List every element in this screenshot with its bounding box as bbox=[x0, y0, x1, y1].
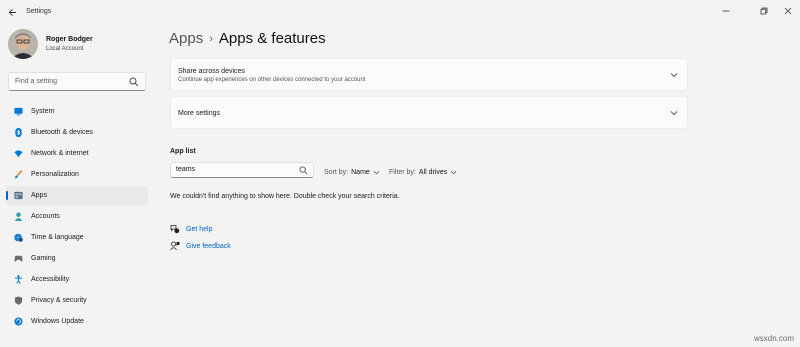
app-title: Settings bbox=[26, 8, 52, 15]
give-feedback-link[interactable]: Give feedback bbox=[170, 240, 231, 252]
gamepad-icon bbox=[14, 255, 23, 262]
sidebar-item-bluetooth[interactable]: Bluetooth & devices bbox=[6, 123, 148, 142]
close-button[interactable] bbox=[780, 4, 796, 18]
user-profile[interactable]: Roger Bodger Local Account bbox=[8, 29, 158, 61]
sidebar-nav: System Bluetooth & devices Network & int… bbox=[6, 102, 148, 333]
restore-button[interactable] bbox=[756, 4, 772, 18]
restore-icon bbox=[760, 7, 768, 15]
sort-label: Sort by: bbox=[324, 169, 349, 176]
apps-icon bbox=[14, 191, 23, 200]
feedback-icon bbox=[170, 241, 180, 251]
app-search-input[interactable]: teams bbox=[170, 162, 314, 178]
back-button[interactable] bbox=[6, 6, 18, 18]
sidebar-item-label: Bluetooth & devices bbox=[31, 129, 93, 136]
sidebar-item-label: Accessibility bbox=[31, 276, 70, 283]
breadcrumb: Apps › Apps & features bbox=[169, 30, 326, 47]
sidebar-item-gaming[interactable]: Gaming bbox=[6, 249, 148, 268]
chevron-down-icon bbox=[670, 73, 678, 78]
minimize-icon bbox=[722, 10, 730, 12]
sidebar-item-label: Personalization bbox=[31, 171, 79, 178]
breadcrumb-separator: › bbox=[209, 33, 213, 45]
card-title: More settings bbox=[178, 110, 221, 117]
sidebar-item-accessibility[interactable]: Accessibility bbox=[6, 270, 148, 289]
sidebar-item-apps[interactable]: Apps bbox=[6, 186, 148, 205]
chevron-down-icon bbox=[373, 170, 380, 175]
sidebar-item-time-language[interactable]: Time & language bbox=[6, 228, 148, 247]
sidebar-item-label: Gaming bbox=[31, 255, 56, 262]
empty-results-message: We couldn't find anything to show here. … bbox=[170, 193, 400, 200]
globe-clock-icon bbox=[14, 233, 23, 242]
title-bar: Settings bbox=[0, 0, 800, 24]
get-help-link[interactable]: Get help bbox=[170, 223, 212, 235]
search-placeholder: Find a setting bbox=[15, 78, 58, 85]
close-icon bbox=[784, 7, 792, 15]
person-icon bbox=[14, 212, 23, 221]
card-subtitle: Continue app experiences on other device… bbox=[178, 77, 366, 83]
avatar-image bbox=[8, 29, 38, 59]
sidebar-item-accounts[interactable]: Accounts bbox=[6, 207, 148, 226]
sidebar-item-system[interactable]: System bbox=[6, 102, 148, 121]
app-search-value: teams bbox=[176, 166, 196, 173]
shield-icon bbox=[14, 296, 23, 305]
search-icon bbox=[129, 77, 139, 87]
sort-value: Name bbox=[351, 169, 370, 176]
app-list-heading: App list bbox=[170, 148, 196, 155]
minimize-button[interactable] bbox=[718, 4, 734, 18]
chevron-down-icon bbox=[450, 170, 457, 175]
filter-value: All drives bbox=[418, 169, 448, 176]
system-icon bbox=[14, 107, 23, 116]
sidebar-item-personalization[interactable]: Personalization bbox=[6, 165, 148, 184]
sidebar-item-label: Privacy & security bbox=[31, 297, 87, 304]
page-title: Apps & features bbox=[218, 30, 326, 47]
card-title: Share across devices bbox=[178, 68, 245, 75]
sort-dropdown[interactable]: Sort by: Name bbox=[324, 169, 380, 176]
more-settings-card[interactable]: More settings bbox=[170, 96, 688, 129]
wifi-icon bbox=[14, 150, 23, 158]
chevron-down-icon bbox=[670, 111, 678, 116]
share-across-devices-card[interactable]: Share across devices Continue app experi… bbox=[170, 58, 688, 91]
back-arrow-icon bbox=[8, 8, 16, 16]
watermark: wsxdn.com bbox=[753, 334, 794, 343]
accessibility-icon bbox=[14, 275, 23, 284]
sidebar-item-label: Apps bbox=[31, 192, 47, 199]
sidebar-item-network[interactable]: Network & internet bbox=[6, 144, 148, 163]
account-type: Local Account bbox=[46, 46, 84, 52]
sidebar-item-windows-update[interactable]: Windows Update bbox=[6, 312, 148, 331]
filter-dropdown[interactable]: Filter by: All drives bbox=[389, 169, 457, 176]
sidebar-item-label: Windows Update bbox=[31, 318, 84, 325]
sidebar-item-label: Time & language bbox=[31, 234, 84, 241]
user-name: Roger Bodger bbox=[46, 36, 93, 43]
sidebar-item-label: Network & internet bbox=[31, 150, 89, 157]
link-label: Get help bbox=[186, 225, 213, 233]
sidebar-item-label: Accounts bbox=[31, 213, 60, 220]
search-icon bbox=[299, 166, 308, 175]
sidebar-item-label: System bbox=[31, 108, 55, 115]
breadcrumb-apps-link[interactable]: Apps bbox=[169, 30, 203, 47]
brush-icon bbox=[14, 170, 23, 179]
help-chat-icon bbox=[170, 225, 180, 234]
avatar bbox=[8, 29, 38, 59]
link-label: Give feedback bbox=[186, 242, 231, 250]
filter-label: Filter by: bbox=[389, 169, 416, 176]
find-setting-input[interactable]: Find a setting bbox=[8, 72, 146, 91]
sidebar-item-privacy-security[interactable]: Privacy & security bbox=[6, 291, 148, 310]
update-icon bbox=[14, 317, 23, 326]
bluetooth-icon bbox=[15, 128, 22, 137]
